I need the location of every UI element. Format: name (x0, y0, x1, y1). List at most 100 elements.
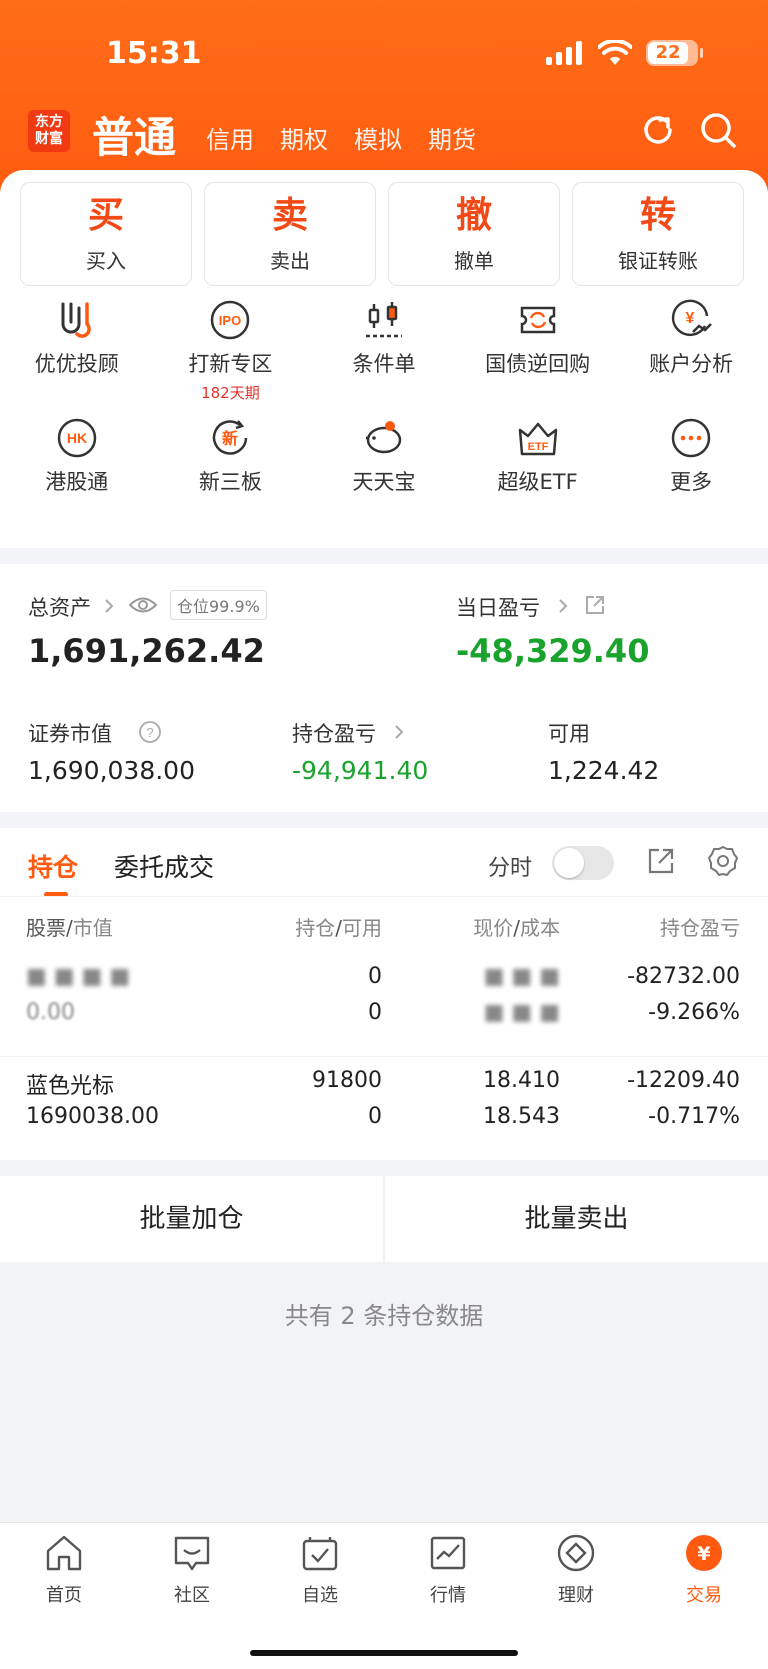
stock-hold: 91800 (312, 1068, 382, 1093)
stock-hold: 0 (368, 964, 382, 989)
batch-add-button[interactable]: 批量加仓 (0, 1176, 383, 1262)
stock-name: ■ ■ ■ ■ (26, 964, 131, 989)
grid-label-more: 更多 (670, 470, 713, 494)
nav-trade[interactable]: ¥ 交易 (640, 1523, 768, 1669)
ipo-subtext: 182天期 (201, 384, 260, 402)
batch-sell-button[interactable]: 批量卖出 (385, 1176, 768, 1262)
grid-item-condition-order[interactable]: 条件单 (307, 298, 461, 424)
market-icon (430, 1536, 466, 1570)
tab-qiquan[interactable]: 期权 (280, 120, 328, 155)
position-ratio-badge: 仓位99.9% (170, 590, 267, 620)
nav-community-label: 社区 (174, 1585, 210, 1606)
grid-item-xinsanban[interactable]: 新 新三板 (154, 416, 308, 542)
holding-pl-value: -94,941.40 (292, 756, 429, 785)
grid-label-hk-connect: 港股通 (45, 470, 109, 494)
trade-icon: ¥ (686, 1535, 722, 1571)
tab-moni[interactable]: 模拟 (354, 120, 402, 155)
grid-label-ipo: 打新专区 (188, 352, 273, 376)
stock-pl: -82732.00 (627, 964, 740, 989)
more-icon (671, 418, 711, 458)
svg-text:¥: ¥ (686, 310, 695, 327)
battery-level: 22 (655, 42, 681, 63)
signal-icon (546, 41, 582, 65)
divider (0, 1056, 768, 1057)
grid-item-hk-connect[interactable]: HK 港股通 (0, 416, 154, 542)
sell-button[interactable]: 卖 卖出 (204, 182, 376, 286)
export-icon[interactable] (646, 846, 676, 876)
grid-item-youyou[interactable]: 优优投顾 (0, 298, 154, 424)
stock-avail: 0 (368, 1000, 382, 1025)
bank-transfer-button[interactable]: 转 银证转账 (572, 182, 744, 286)
tab-orders[interactable]: 委托成交 (114, 848, 214, 884)
total-assets-label[interactable]: 总资产 (28, 592, 91, 622)
refresh-icon[interactable] (638, 110, 678, 150)
etf-icon: ETF (518, 422, 557, 456)
header-price: 现价/成本 (473, 916, 560, 940)
asset-summary: 总资产 仓位99.9% 1,691,262.42 当日盈亏 -48,329.40… (0, 564, 768, 812)
account-tabs: 信用 期权 模拟 期货 (206, 120, 476, 155)
piggy-bank-icon (365, 421, 402, 454)
nav-home[interactable]: 首页 (0, 1523, 128, 1669)
nav-wealth[interactable]: 理财 (512, 1523, 640, 1669)
tab-xinyong[interactable]: 信用 (206, 120, 254, 155)
grid-label-youyou: 优优投顾 (34, 352, 119, 376)
grid-label-super-etf: 超级ETF (497, 470, 578, 494)
youyou-icon (61, 302, 91, 338)
grid-item-more[interactable]: 更多 (614, 416, 768, 542)
buy-char: 买 (87, 195, 124, 236)
svg-text:?: ? (146, 725, 153, 740)
trade-panel: 买 买入 卖 卖出 撤 撤单 转 银证转账 优优投顾 IPO 打新专区 182天… (0, 170, 768, 548)
daily-pl-label[interactable]: 当日盈亏 (456, 592, 540, 622)
transfer-label: 银证转账 (618, 249, 698, 273)
daily-pl-value: -48,329.40 (456, 632, 650, 670)
nav-community[interactable]: 社区 (128, 1523, 256, 1669)
tab-putong[interactable]: 普通 (92, 104, 176, 165)
nav-watchlist[interactable]: 自选 (256, 1523, 384, 1669)
grid-label-repo: 国债逆回购 (485, 352, 591, 376)
nav-market[interactable]: 行情 (384, 1523, 512, 1669)
svg-text:¥: ¥ (697, 1543, 710, 1565)
total-assets-value: 1,691,262.42 (28, 632, 265, 670)
available-value: 1,224.42 (548, 756, 660, 785)
grid-item-account-analysis[interactable]: ¥ 账户分析 (614, 298, 768, 424)
buy-button[interactable]: 买 买入 (20, 182, 192, 286)
stock-price: 18.410 (483, 1068, 560, 1093)
grid-item-repo[interactable]: 国债逆回购 (461, 298, 615, 424)
tab-qihuo[interactable]: 期货 (428, 120, 476, 155)
share-icon[interactable] (584, 594, 606, 616)
home-icon (46, 1535, 82, 1571)
xinsanban-icon: 新 (213, 420, 248, 455)
svg-text:新: 新 (222, 429, 238, 448)
repo-icon (520, 306, 555, 334)
holding-pl-label[interactable]: 持仓盈亏 (292, 718, 376, 748)
nav-market-label: 行情 (430, 1585, 466, 1606)
header-hold-text: 持仓 (295, 916, 336, 940)
svg-text:HK: HK (67, 430, 87, 446)
search-icon[interactable] (698, 110, 738, 150)
holdings-count-note: 共有 2 条持仓数据 (284, 1302, 484, 1330)
stock-avail: 0 (368, 1104, 382, 1129)
holdings-section: 持仓 委托成交 分时 股票/市值 持仓/可用 现价/成本 持仓盈亏 ■ ■ ■ … (0, 828, 768, 1160)
settings-gear-icon[interactable] (706, 844, 740, 878)
svg-text:IPO: IPO (219, 313, 241, 328)
watchlist-icon (302, 1537, 338, 1571)
grid-item-tiantianbao[interactable]: 天天宝 (307, 416, 461, 542)
fenshi-toggle[interactable] (552, 846, 614, 880)
buy-label: 买入 (86, 249, 126, 273)
cancel-order-button[interactable]: 撤 撤单 (388, 182, 560, 286)
status-time: 15:31 (106, 36, 202, 71)
market-value: 1,690,038.00 (28, 756, 195, 785)
candlestick-icon (365, 302, 402, 338)
tab-holdings[interactable]: 持仓 (28, 848, 78, 884)
header-cost: 成本 (520, 916, 560, 940)
help-icon[interactable]: ? (138, 720, 162, 744)
stock-cost: ■ ■ ■ (483, 1000, 560, 1025)
header-price-text: 现价 (473, 916, 514, 940)
header-avail: 可用 (342, 916, 382, 940)
nav-wealth-label: 理财 (558, 1585, 594, 1606)
community-icon (174, 1536, 210, 1571)
eye-icon[interactable] (128, 594, 158, 616)
grid-item-ipo[interactable]: IPO 打新专区 182天期 (154, 298, 308, 424)
wifi-icon (598, 40, 632, 65)
grid-item-super-etf[interactable]: ETF 超级ETF (461, 416, 615, 542)
